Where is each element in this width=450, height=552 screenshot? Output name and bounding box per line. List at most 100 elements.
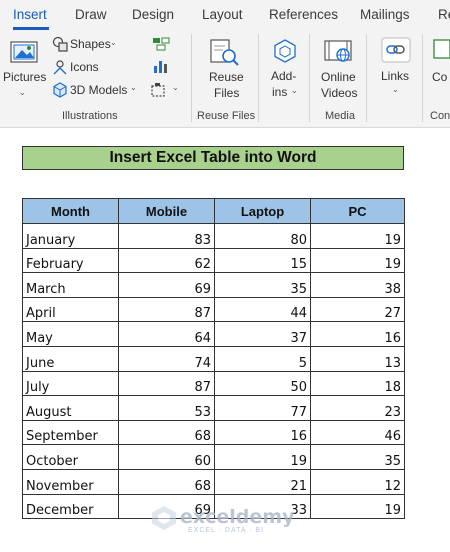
cell-mobile: 62	[118, 247, 215, 274]
cell-pc: 19	[310, 223, 405, 249]
cell-mobile: 87	[118, 370, 215, 397]
cell-laptop: 44	[214, 296, 311, 323]
table-row: March 69 35 38	[22, 272, 405, 298]
cell-pc: 19	[310, 493, 405, 520]
chevron-down-icon: ⌄	[110, 38, 117, 47]
document-title-box: Insert Excel Table into Word	[22, 146, 404, 170]
chevron-down-icon: ⌄	[19, 88, 26, 97]
table-header-row: Month Mobile Laptop PC	[22, 198, 405, 224]
add-ins-label-1: Add-	[271, 69, 297, 83]
cell-laptop: 35	[214, 272, 311, 298]
cell-pc: 13	[310, 345, 405, 372]
shapes-icon	[52, 36, 68, 52]
tab-design[interactable]: Design	[132, 7, 174, 22]
cell-mobile: 53	[118, 395, 215, 421]
cell-pc: 27	[310, 296, 405, 323]
reuse-files-label-1: Reuse	[209, 70, 244, 84]
cell-pc: 35	[310, 444, 405, 470]
cell-month: March	[22, 272, 119, 298]
cell-month: October	[22, 444, 119, 470]
cell-pc: 19	[310, 247, 405, 274]
watermark-tagline: EXCEL · DATA · BI	[188, 527, 264, 534]
table-row: July 87 50 18	[22, 370, 405, 397]
group-divider	[309, 34, 310, 122]
table-row: May 64 37 16	[22, 321, 405, 347]
pictures-label: Pictures	[3, 70, 47, 84]
column-header-laptop: Laptop	[214, 198, 311, 224]
online-videos-label-1: Online	[321, 70, 356, 84]
icons-icon	[53, 60, 67, 75]
cell-laptop: 77	[214, 395, 311, 421]
media-group-label: Media	[325, 110, 355, 122]
column-header-pc: PC	[310, 198, 405, 224]
icons-label: Icons	[70, 60, 99, 74]
cell-mobile: 68	[118, 419, 215, 446]
ribbon: Insert Draw Design Layout References Mai…	[0, 0, 450, 128]
tab-draw[interactable]: Draw	[75, 7, 107, 22]
tab-layout[interactable]: Layout	[202, 7, 243, 22]
smartart-icon[interactable]	[152, 36, 170, 52]
online-videos-icon	[324, 40, 352, 62]
comment-label: Co	[432, 70, 448, 84]
tab-insert[interactable]: Insert	[13, 7, 47, 22]
cell-pc: 46	[310, 419, 405, 446]
cell-month: January	[22, 223, 119, 249]
cell-mobile: 83	[118, 223, 215, 249]
pictures-icon	[10, 41, 38, 63]
cell-month: August	[22, 395, 119, 421]
illustrations-group-label: Illustrations	[62, 110, 118, 122]
cell-laptop: 15	[214, 247, 311, 274]
cell-month: November	[22, 468, 119, 495]
cell-month: June	[22, 345, 119, 372]
cell-laptop: 50	[214, 370, 311, 397]
cell-month: December	[22, 493, 119, 520]
3d-models-label: 3D Models	[70, 83, 128, 97]
reuse-files-label-2: Files	[214, 86, 240, 100]
cell-laptop: 19	[214, 444, 311, 470]
screenshot-icon[interactable]	[150, 82, 168, 98]
watermark-name: exceldemy	[180, 506, 295, 528]
table-row: April 87 44 27	[22, 296, 405, 323]
cell-month: April	[22, 296, 119, 323]
chevron-down-icon: ⌄	[130, 83, 137, 92]
cell-month: May	[22, 321, 119, 347]
chevron-down-icon: ⌄	[172, 83, 179, 92]
shapes-label: Shapes	[70, 37, 111, 51]
exceldemy-logo-icon	[152, 506, 176, 530]
group-divider	[422, 34, 423, 122]
group-divider	[258, 34, 259, 122]
chevron-down-icon: ⌄	[392, 85, 399, 94]
cell-pc: 16	[310, 321, 405, 347]
comment-icon[interactable]	[430, 38, 450, 64]
cell-month: July	[22, 370, 119, 397]
ribbon-tabs: Insert Draw Design Layout References Mai…	[0, 0, 450, 30]
cell-mobile: 64	[118, 321, 215, 347]
reuse-files-group-label: Reuse Files	[197, 110, 256, 122]
data-table: Month Mobile Laptop PC January 83 80 19 Febr…	[22, 198, 405, 520]
add-ins-icon	[274, 39, 296, 63]
column-header-mobile: Mobile	[118, 198, 215, 224]
cell-mobile: 68	[118, 468, 215, 495]
tab-review[interactable]: Re	[438, 7, 450, 22]
table-row: January 83 80 19	[22, 223, 405, 249]
active-tab-indicator	[13, 27, 49, 30]
group-divider	[191, 34, 192, 122]
group-divider	[366, 34, 367, 122]
chart-icon[interactable]	[152, 58, 170, 74]
links-label: Links	[381, 69, 410, 83]
column-header-month: Month	[22, 198, 119, 224]
tab-mailings[interactable]: Mailings	[360, 7, 410, 22]
tab-references[interactable]: References	[269, 7, 338, 22]
cell-laptop: 5	[214, 345, 311, 372]
cell-mobile: 69	[118, 272, 215, 298]
cell-pc: 38	[310, 272, 405, 298]
cell-laptop: 21	[214, 468, 311, 495]
cell-laptop: 80	[214, 223, 311, 249]
online-videos-label-2: Videos	[321, 86, 358, 100]
cell-pc: 12	[310, 468, 405, 495]
add-ins-label-2: ins	[272, 85, 288, 99]
cell-pc: 18	[310, 370, 405, 397]
cell-mobile: 87	[118, 296, 215, 323]
table-row: October 60 19 35	[22, 444, 405, 470]
cell-mobile: 60	[118, 444, 215, 470]
